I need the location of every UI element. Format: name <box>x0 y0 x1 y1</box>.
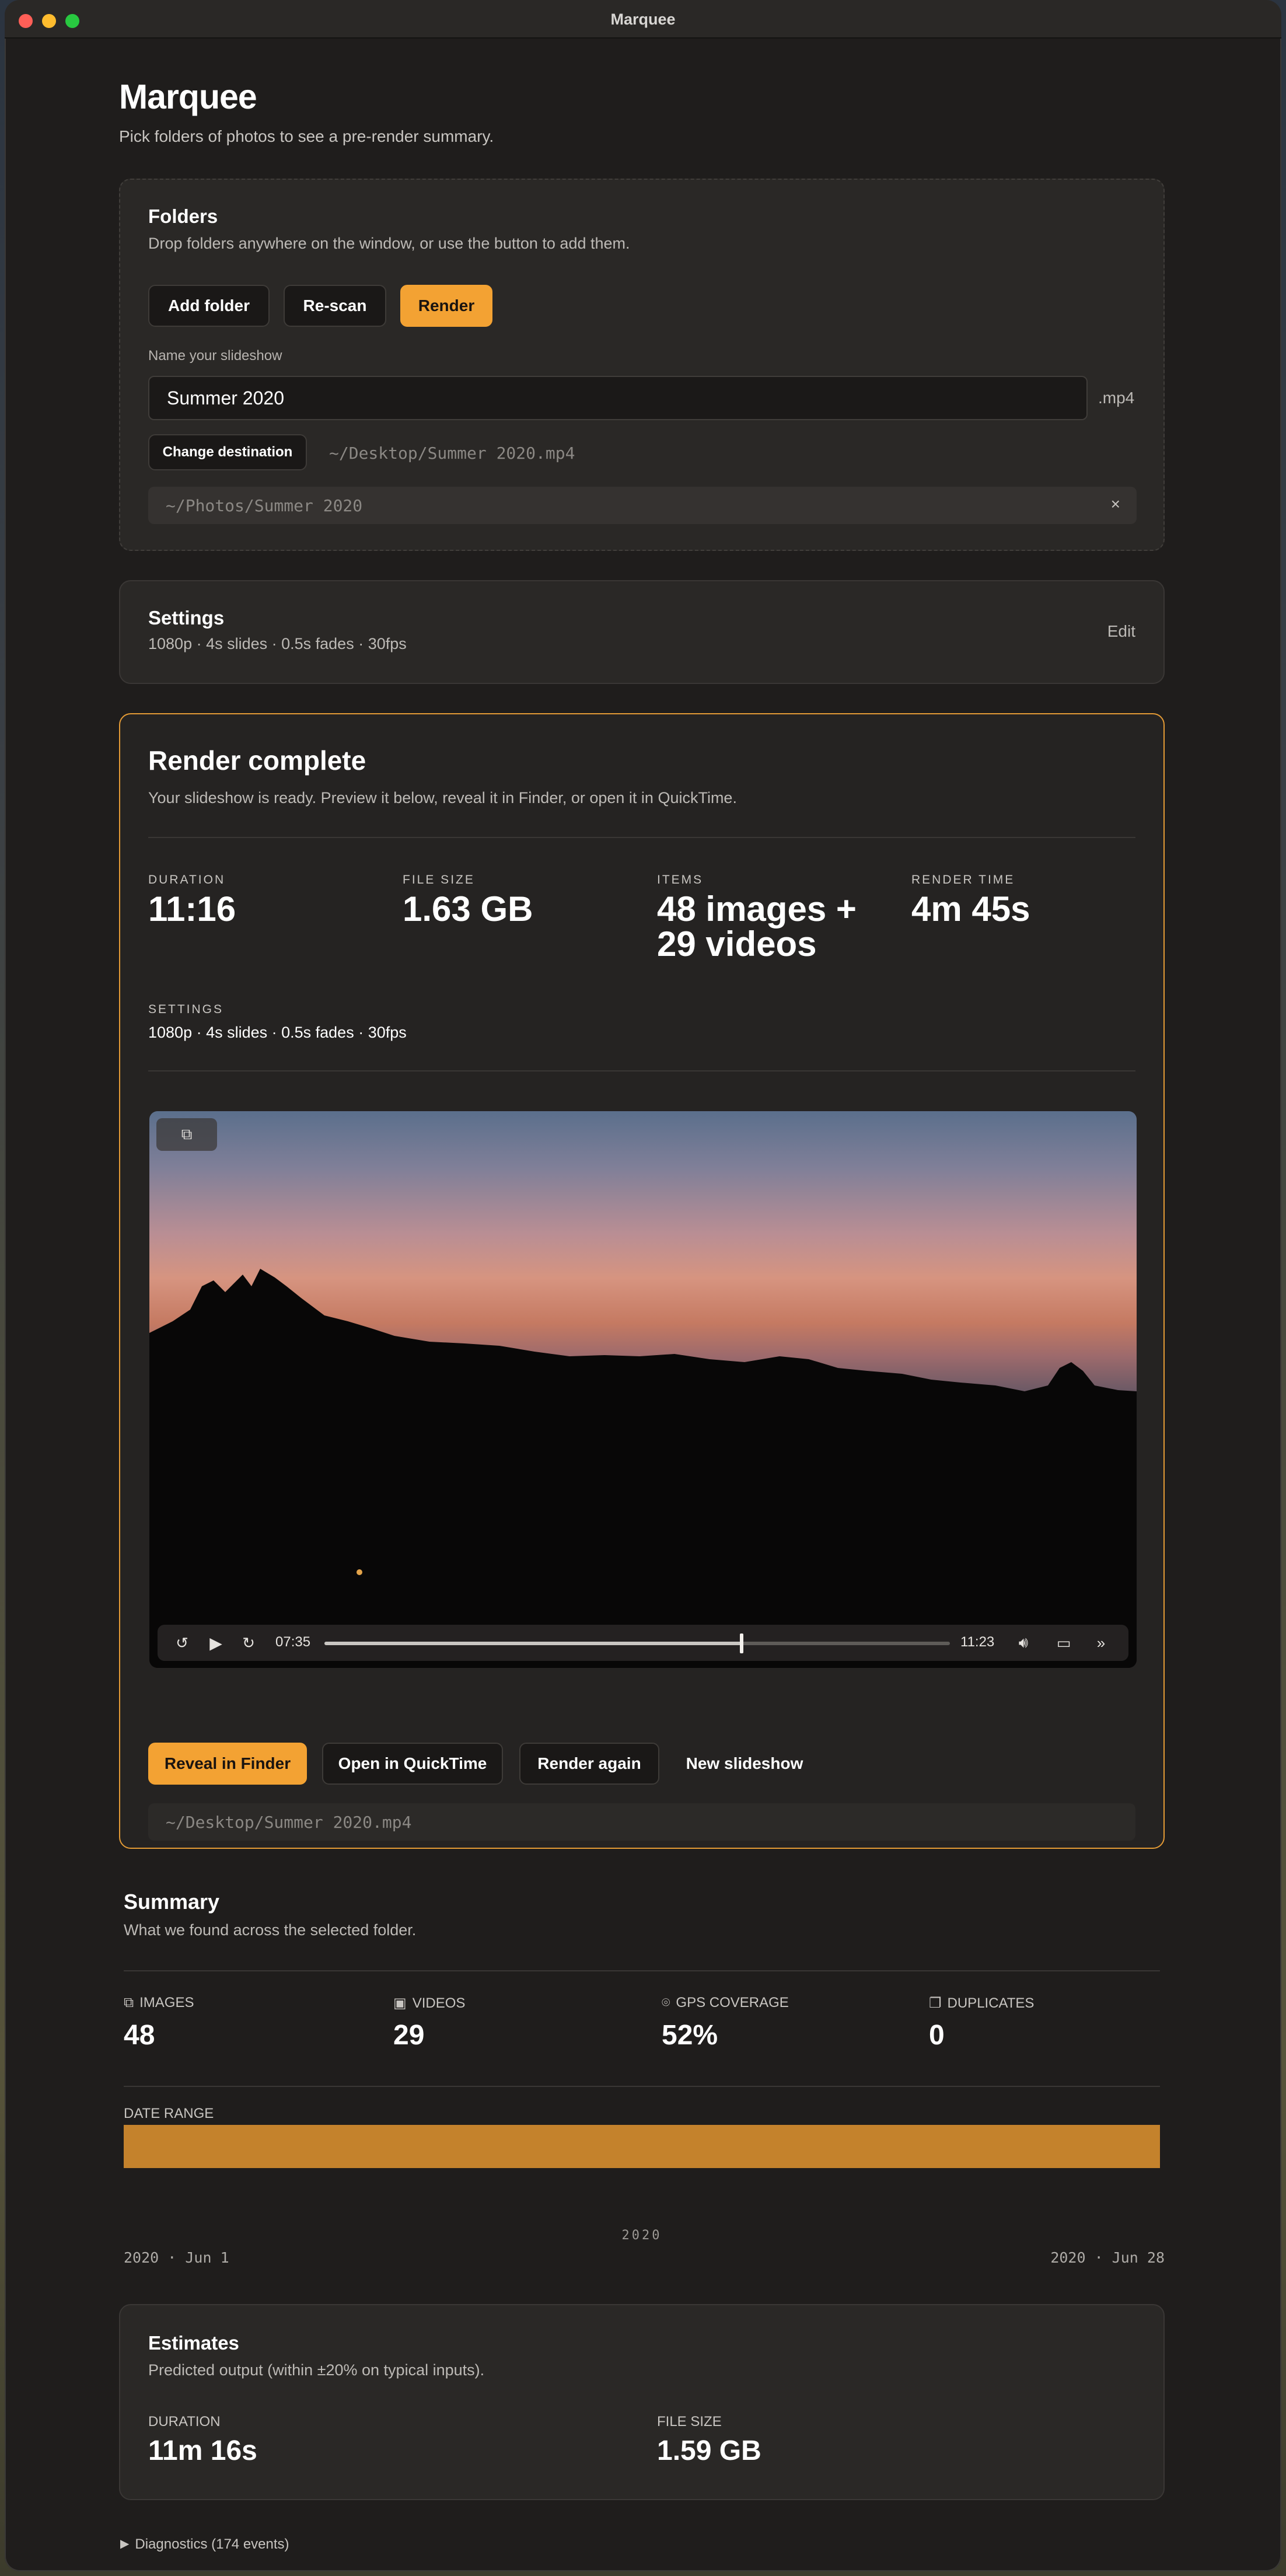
folder-path: ~/Photos/Summer 2020 <box>166 495 363 515</box>
total-time: 11:23 <box>960 1634 995 1650</box>
diagnostics-label: Diagnostics (174 events) <box>135 2536 289 2552</box>
summary-duplicates-label: ❐ DUPLICATES <box>929 1995 1034 2012</box>
reveal-in-finder-button[interactable]: Reveal in Finder <box>148 1743 307 1785</box>
disclosure-triangle-icon: ▶ <box>120 2537 130 2550</box>
more-controls-icon[interactable]: » <box>1088 1631 1114 1655</box>
film-icon: ▣ <box>393 1995 407 2011</box>
settings-title: Settings <box>148 607 225 629</box>
play-icon[interactable]: ▶ <box>204 1631 228 1655</box>
summary-title: Summary <box>124 1890 220 1914</box>
add-folder-button[interactable]: Add folder <box>148 285 270 327</box>
picture-in-picture-icon[interactable]: ⧉ <box>156 1118 217 1151</box>
duplicates-label-text: DUPLICATES <box>947 1995 1035 2011</box>
estimate-filesize-value: 1.59 GB <box>657 2435 761 2466</box>
images-icon: ⧉ <box>124 1995 134 2010</box>
folder-row: ~/Photos/Summer 2020 × <box>148 487 1137 524</box>
page-title: Marquee <box>119 78 257 116</box>
summary-videos-label: ▣ VIDEOS <box>393 1995 465 2012</box>
folders-hint: Drop folders anywhere on the window, or … <box>148 235 630 252</box>
render-button[interactable]: Render <box>400 285 492 327</box>
summary-images-label: ⧉ IMAGES <box>124 1995 194 2011</box>
summary-videos-value: 29 <box>393 2020 425 2051</box>
render-title: Render complete <box>148 745 366 776</box>
estimates-subtitle: Predicted output (within ±20% on typical… <box>148 2361 485 2379</box>
date-range-bar <box>124 2125 1160 2168</box>
estimate-duration-label: DURATION <box>148 2414 221 2430</box>
video-player[interactable]: ⧉ ↺ ▶ ↻ 07:35 11:23 🔊︎ ▭ » <box>149 1111 1137 1668</box>
open-in-quicktime-button[interactable]: Open in QuickTime <box>322 1743 503 1785</box>
stat-rendertime-value: 4m 45s <box>911 889 1030 929</box>
duplicate-icon: ❐ <box>929 1995 942 2011</box>
stat-duration-value: 11:16 <box>148 889 236 929</box>
render-subtitle: Your slideshow is ready. Preview it belo… <box>148 789 737 807</box>
rescan-button[interactable]: Re-scan <box>284 285 386 327</box>
remove-folder-button[interactable]: × <box>1111 495 1120 514</box>
window-title: Marquee <box>610 11 676 28</box>
scrubber-progress <box>324 1642 742 1645</box>
summary-subtitle: What we found across the selected folder… <box>124 1921 417 1939</box>
estimate-duration-value: 11m 16s <box>148 2435 257 2466</box>
skip-forward-icon[interactable]: ↻ <box>237 1631 260 1655</box>
app-window: Marquee Marquee Pick folders of photos t… <box>5 0 1281 2571</box>
folders-card[interactable]: Folders Drop folders anywhere on the win… <box>119 179 1165 551</box>
date-range-start: 2020 · Jun 1 <box>124 2249 229 2266</box>
divider <box>148 1070 1135 1071</box>
new-slideshow-button[interactable]: New slideshow <box>673 1743 816 1785</box>
summary-gps-value: 52% <box>662 2020 718 2051</box>
output-path: ~/Desktop/Summer 2020.mp4 <box>166 1812 412 1832</box>
name-label: Name your slideshow <box>148 348 282 364</box>
date-range-end: 2020 · Jun 28 <box>1050 2249 1165 2266</box>
render-complete-card: Render complete Your slideshow is ready.… <box>119 713 1165 1849</box>
title-bar: Marquee <box>5 0 1281 39</box>
scrubber-track[interactable] <box>324 1633 950 1653</box>
render-settings-value: 1080p · 4s slides · 0.5s fades · 30fps <box>148 1024 407 1041</box>
divider <box>148 837 1135 838</box>
diagnostics-disclosure[interactable]: ▶ Diagnostics (174 events) <box>120 2536 289 2553</box>
images-label-text: IMAGES <box>139 1995 194 2010</box>
sunset-landscape-image <box>149 1269 1137 1668</box>
location-pin-icon: ⌾ <box>662 1995 670 2010</box>
videos-label-text: VIDEOS <box>412 1995 466 2011</box>
stat-filesize-value: 1.63 GB <box>403 889 533 929</box>
summary-gps-label: ⌾ GPS COVERAGE <box>662 1995 789 2011</box>
change-destination-button[interactable]: Change destination <box>148 434 307 470</box>
stat-items-value: 48 images + 29 videos <box>657 889 857 964</box>
divider <box>124 1970 1160 1971</box>
estimates-title: Estimates <box>148 2332 239 2354</box>
extension-label: .mp4 <box>1098 389 1135 407</box>
settings-edit-button[interactable]: Edit <box>1107 622 1135 641</box>
airplay-icon[interactable]: ▭ <box>1050 1631 1077 1655</box>
estimates-card: Estimates Predicted output (within ±20% … <box>119 2304 1165 2500</box>
settings-summary: 1080p · 4s slides · 0.5s fades · 30fps <box>148 635 407 652</box>
render-again-button[interactable]: Render again <box>519 1743 659 1785</box>
summary-images-value: 48 <box>124 2020 155 2051</box>
stat-filesize-label: FILE SIZE <box>403 873 475 886</box>
slideshow-name-input[interactable]: Summer 2020 <box>148 376 1088 420</box>
page-subtitle: Pick folders of photos to see a pre-rend… <box>119 127 494 145</box>
summary-duplicates-value: 0 <box>929 2020 945 2051</box>
volume-icon[interactable]: 🔊︎ <box>1008 1631 1039 1655</box>
gps-label-text: GPS COVERAGE <box>676 1995 789 2010</box>
divider <box>124 2086 1160 2087</box>
stat-duration-label: DURATION <box>148 873 226 886</box>
estimate-filesize-label: FILE SIZE <box>657 2414 722 2430</box>
playback-controls: ↺ ▶ ↻ 07:35 11:23 🔊︎ ▭ » <box>158 1625 1128 1661</box>
output-path-row: ~/Desktop/Summer 2020.mp4 <box>148 1803 1135 1841</box>
stat-rendertime-label: RENDER TIME <box>911 873 1015 886</box>
scrubber-handle[interactable] <box>740 1633 744 1653</box>
stat-items-label: ITEMS <box>657 873 704 886</box>
current-time: 07:35 <box>275 1634 311 1650</box>
date-range-year: 2020 <box>621 2228 662 2243</box>
skip-back-icon[interactable]: ↺ <box>170 1631 194 1655</box>
render-settings-label: SETTINGS <box>148 1003 224 1016</box>
settings-card: Settings 1080p · 4s slides · 0.5s fades … <box>119 580 1165 684</box>
folders-title: Folders <box>148 205 218 227</box>
destination-path: ~/Desktop/Summer 2020.mp4 <box>329 444 575 463</box>
date-range-label: DATE RANGE <box>124 2106 214 2121</box>
